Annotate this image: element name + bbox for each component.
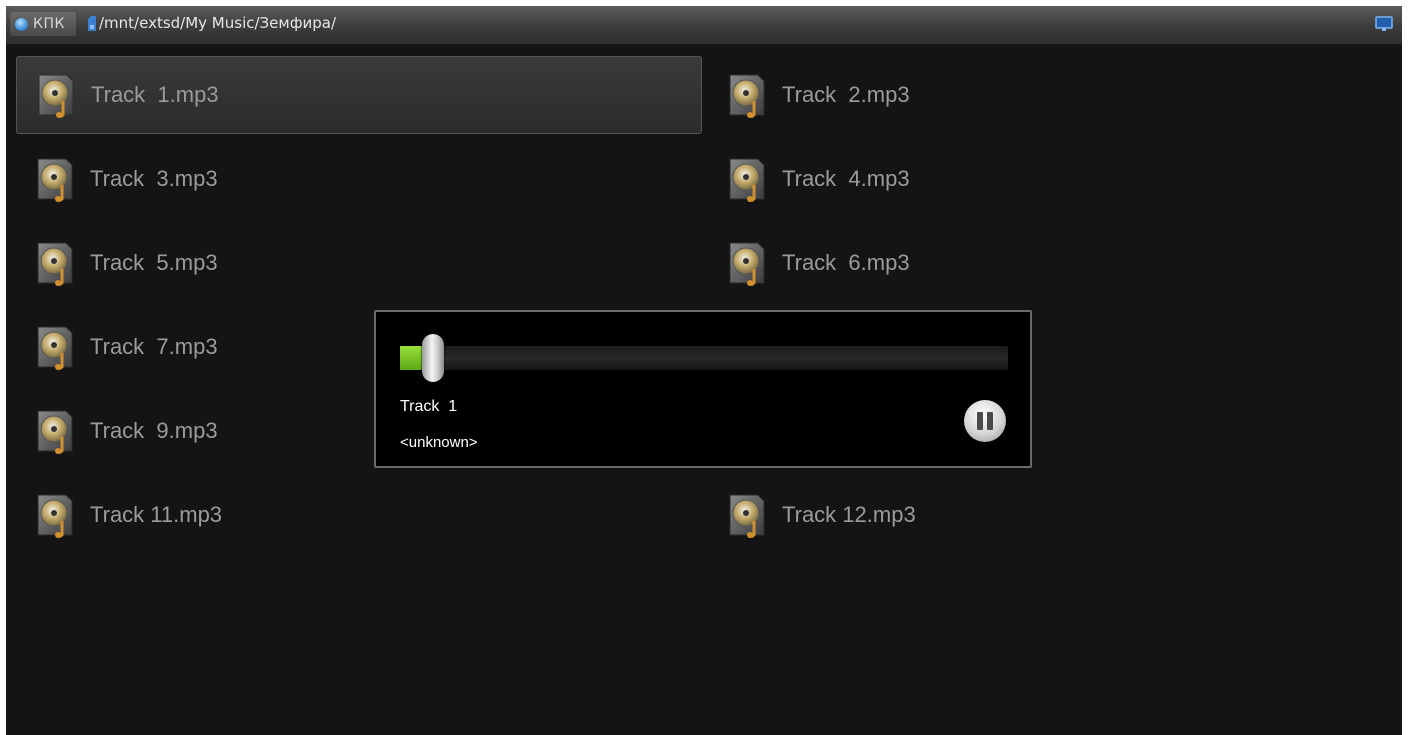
audio-file-icon	[724, 71, 768, 119]
file-item[interactable]: Track 2.mp3	[708, 56, 1394, 134]
audio-file-icon	[724, 491, 768, 539]
track-title: Track 1	[400, 398, 458, 415]
file-name: Track 6.mp3	[782, 250, 910, 275]
audio-file-icon	[724, 155, 768, 203]
seek-progress	[400, 346, 425, 370]
file-item[interactable]: Track 11.mp3	[16, 476, 702, 554]
audio-file-icon	[32, 239, 76, 287]
file-item[interactable]: Track 12.mp3	[708, 476, 1394, 554]
audio-file-icon	[33, 71, 77, 119]
file-item[interactable]: Track 5.mp3	[16, 224, 702, 302]
file-name: Track 1.mp3	[91, 82, 219, 107]
file-name: Track 2.mp3	[782, 82, 910, 107]
file-item[interactable]: Track 3.mp3	[16, 140, 702, 218]
file-name: Track 7.mp3	[90, 334, 218, 359]
audio-file-icon	[32, 491, 76, 539]
file-browser-screen: КПК /mnt/extsd/My Music/Земфира/ Track 1…	[6, 6, 1402, 735]
audio-file-icon	[32, 407, 76, 455]
app-button[interactable]: КПК	[10, 12, 76, 36]
file-name: Track 5.mp3	[90, 250, 218, 275]
track-artist: <unknown>	[400, 434, 478, 451]
window-switch-icon[interactable]	[1374, 14, 1394, 34]
audio-file-icon	[32, 155, 76, 203]
top-bar: КПК /mnt/extsd/My Music/Земфира/	[6, 6, 1402, 45]
current-path[interactable]: /mnt/extsd/My Music/Земфира/	[99, 14, 336, 32]
seek-thumb[interactable]	[422, 334, 445, 382]
audio-file-icon	[724, 239, 768, 287]
globe-icon	[15, 17, 28, 31]
file-item[interactable]: Track 1.mp3	[16, 56, 702, 134]
file-item[interactable]: Track 6.mp3	[708, 224, 1394, 302]
file-name: Track 9.mp3	[90, 418, 218, 443]
app-label: КПК	[33, 16, 65, 32]
file-name: Track 12.mp3	[782, 502, 916, 527]
sd-card-icon	[88, 16, 96, 31]
file-name: Track 3.mp3	[90, 166, 218, 191]
file-name: Track 11.mp3	[90, 502, 223, 527]
pause-button[interactable]	[964, 400, 1006, 442]
file-name: Track 4.mp3	[782, 166, 910, 191]
audio-file-icon	[32, 323, 76, 371]
audio-player-dialog: Track 1 <unknown>	[374, 310, 1032, 468]
file-item[interactable]: Track 4.mp3	[708, 140, 1394, 218]
seek-bar[interactable]	[400, 346, 1008, 370]
